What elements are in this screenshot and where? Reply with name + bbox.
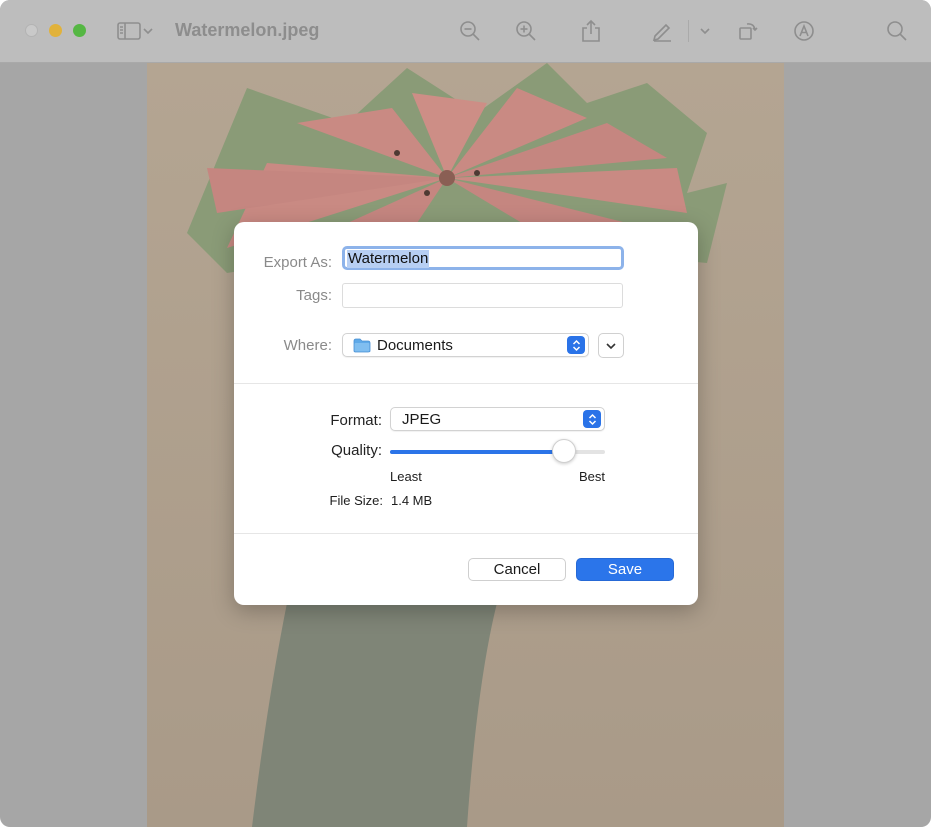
- toolbar-separator: [688, 20, 689, 42]
- where-label: Where:: [244, 337, 332, 354]
- tags-label: Tags:: [244, 287, 332, 304]
- folder-icon: [353, 338, 371, 358]
- chevron-down-icon: [606, 337, 616, 355]
- quality-label: Quality:: [284, 442, 382, 459]
- preview-window: Watermelon.jpeg: [0, 0, 931, 827]
- where-popup[interactable]: Documents: [342, 333, 589, 357]
- annotate-icon[interactable]: [789, 16, 819, 46]
- export-as-field[interactable]: Watermelon: [342, 246, 624, 270]
- rotate-icon[interactable]: [733, 16, 763, 46]
- cancel-button[interactable]: Cancel: [468, 558, 566, 581]
- format-popup[interactable]: JPEG: [390, 407, 605, 431]
- tags-field[interactable]: [342, 283, 623, 308]
- export-dialog: Export As: Watermelon Tags: Where: Docum…: [234, 222, 698, 605]
- share-icon[interactable]: [576, 16, 606, 46]
- quality-min-label: Least: [390, 469, 422, 484]
- where-value: Documents: [377, 337, 453, 354]
- filesize-label: File Size:: [284, 493, 383, 508]
- format-label: Format:: [284, 412, 382, 429]
- quality-slider[interactable]: [390, 450, 605, 454]
- quality-max-label: Best: [565, 469, 605, 484]
- save-button[interactable]: Save: [576, 558, 674, 581]
- export-as-value: Watermelon: [347, 250, 429, 268]
- markup-pen-icon[interactable]: [647, 16, 677, 46]
- format-value: JPEG: [402, 411, 441, 428]
- minimize-window-button[interactable]: [49, 24, 62, 37]
- divider: [234, 533, 698, 534]
- titlebar: Watermelon.jpeg: [0, 0, 931, 63]
- zoom-out-icon[interactable]: [455, 16, 485, 46]
- chevron-down-icon[interactable]: [139, 16, 157, 46]
- zoom-window-button[interactable]: [73, 24, 86, 37]
- quality-slider-knob[interactable]: [552, 439, 576, 463]
- zoom-in-icon[interactable]: [511, 16, 541, 46]
- chevron-down-icon[interactable]: [696, 16, 714, 46]
- updown-arrows-icon: [583, 410, 601, 428]
- close-window-button[interactable]: [25, 24, 38, 37]
- window-title: Watermelon.jpeg: [175, 20, 319, 41]
- quality-slider-fill: [390, 450, 564, 454]
- divider: [234, 383, 698, 384]
- updown-arrows-icon: [567, 336, 585, 354]
- export-as-label: Export As:: [244, 254, 332, 271]
- expand-browser-button[interactable]: [598, 333, 624, 358]
- filesize-value: 1.4 MB: [391, 493, 432, 508]
- search-icon[interactable]: [882, 16, 912, 46]
